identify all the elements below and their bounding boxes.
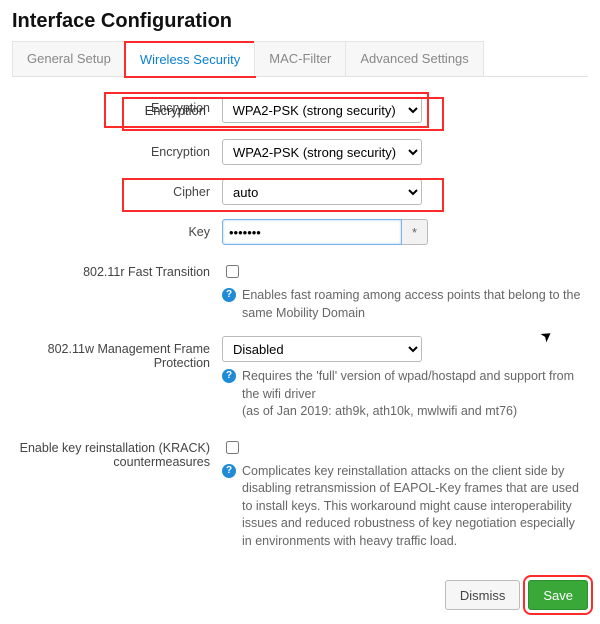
page-title: Interface Configuration [12, 10, 588, 33]
info-icon: ? [222, 464, 236, 478]
encryption-label: Encryption [12, 139, 222, 159]
encryption-select[interactable]: WPA2-PSK (strong security) [222, 97, 422, 123]
row-krack: Enable key reinstallation (KRACK) counte… [12, 435, 588, 551]
tab-wireless-security[interactable]: Wireless Security [125, 42, 255, 77]
mfp-help-sub: (as of Jan 2019: ath9k, ath10k, mwlwifi … [242, 403, 582, 421]
mfp-label: 802.11w Management Frame Protection [12, 336, 222, 370]
krack-label: Enable key reinstallation (KRACK) counte… [12, 435, 222, 469]
ft-help: Enables fast roaming among access points… [242, 287, 582, 322]
cipher-label: Cipher [12, 179, 222, 199]
ft-label: 802.11r Fast Transition [12, 259, 222, 279]
row-key: Key * [12, 219, 588, 245]
footer: Dismiss Save [12, 580, 588, 610]
row-fast-transition: 802.11r Fast Transition ? Enables fast r… [12, 259, 588, 322]
row-encryption: Encryption WPA2-PSK (strong security) [12, 139, 588, 165]
reveal-key-button[interactable]: * [402, 219, 428, 245]
save-button[interactable]: Save [528, 580, 588, 610]
tab-advanced[interactable]: Advanced Settings [345, 41, 483, 76]
dismiss-button[interactable]: Dismiss [445, 580, 521, 610]
info-icon: ? [222, 369, 236, 383]
key-label: Key [12, 219, 222, 239]
row-mfp: 802.11w Management Frame Protection Disa… [12, 336, 588, 421]
info-icon: ? [222, 288, 236, 302]
mfp-help: Requires the 'full' version of wpad/host… [242, 368, 582, 403]
row-cipher: Cipher auto [12, 179, 588, 205]
ft-checkbox[interactable] [226, 265, 239, 278]
krack-checkbox[interactable] [226, 441, 239, 454]
encryption-select[interactable]: WPA2-PSK (strong security) [222, 139, 422, 165]
tab-mac-filter[interactable]: MAC-Filter [254, 41, 346, 76]
cipher-select[interactable]: auto [222, 179, 422, 205]
tab-general[interactable]: General Setup [12, 41, 126, 76]
mfp-select[interactable]: Disabled [222, 336, 422, 362]
tabs: General Setup Wireless Security MAC-Filt… [12, 41, 588, 77]
key-input[interactable] [222, 219, 402, 245]
krack-help: Complicates key reinstallation attacks o… [242, 463, 582, 551]
